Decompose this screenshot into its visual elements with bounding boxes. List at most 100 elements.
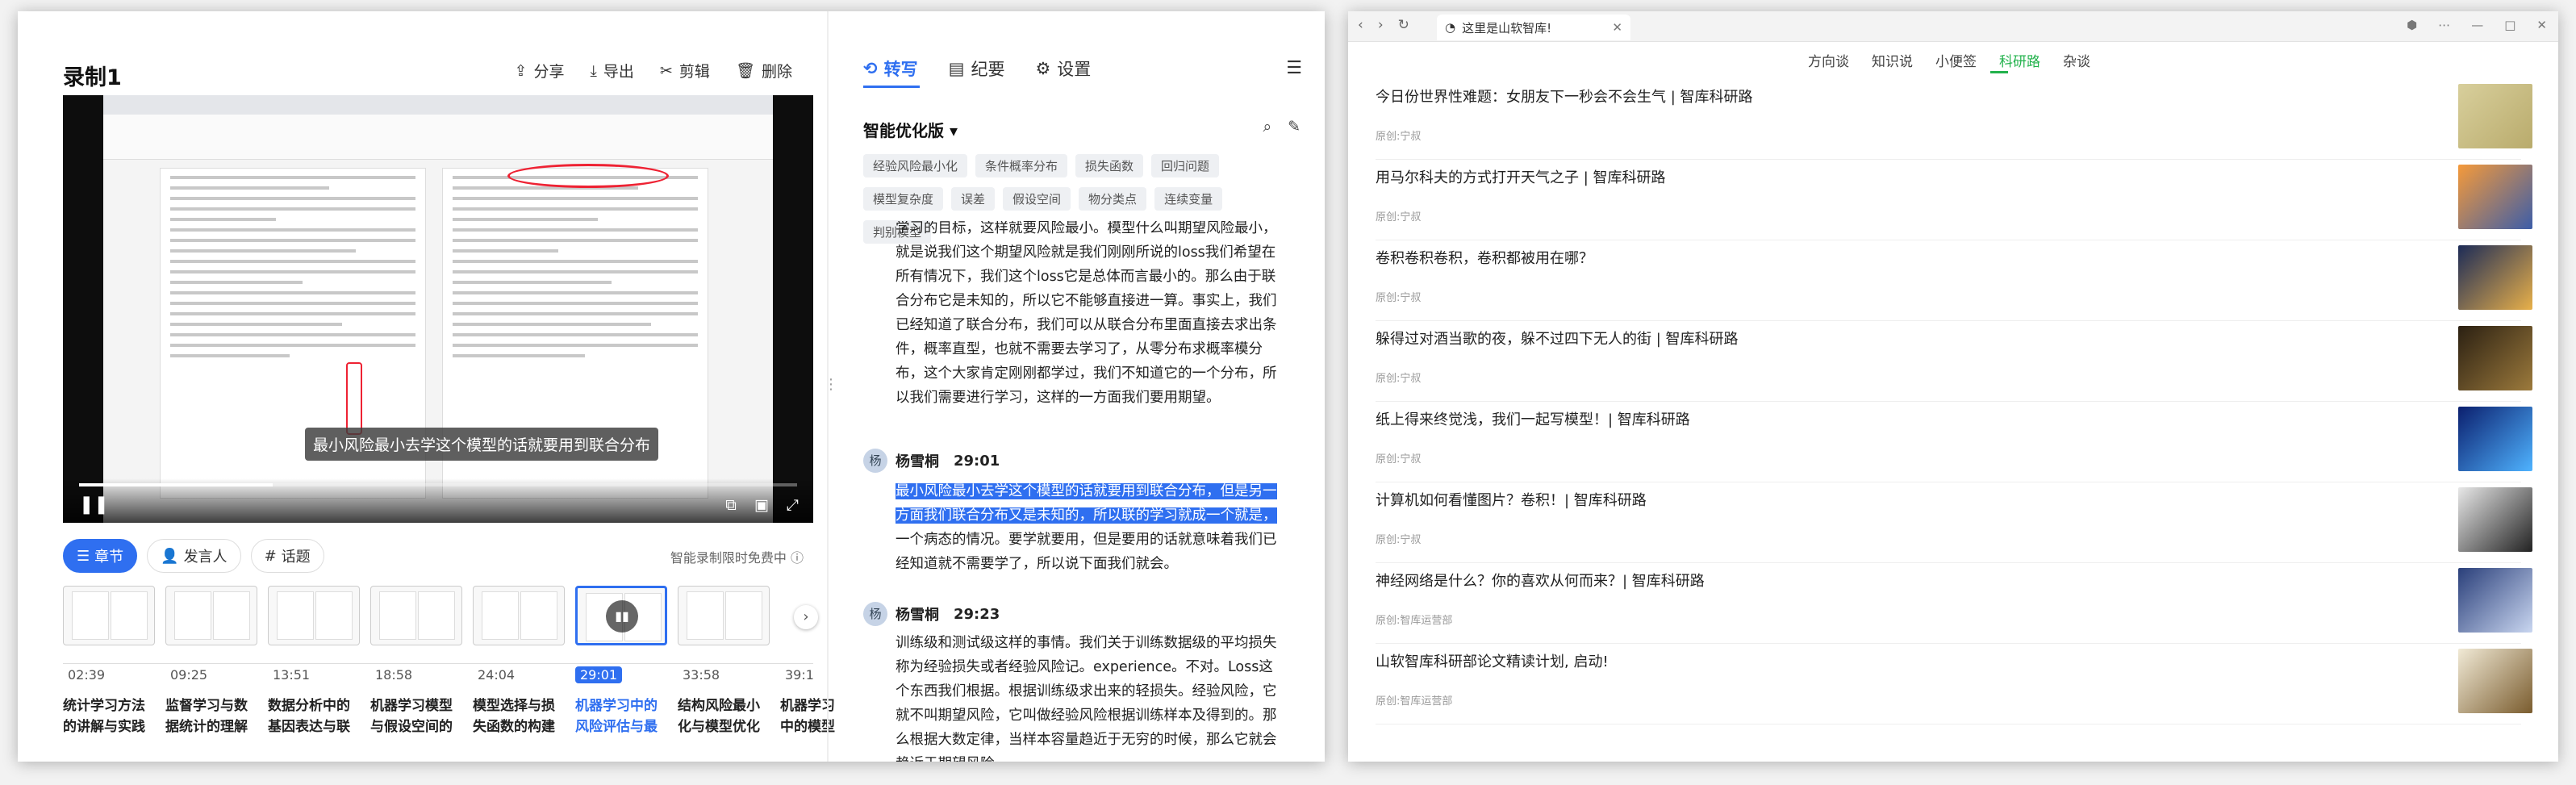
transcript-paragraph[interactable]: 学习的目标，这样就要风险最小。模型什么叫期望风险最小，就是说我们这个期望风险就是… [896,221,1283,410]
recorder-window: 录制1 ⇪ 分享 ⤓ 导出 ✂ 剪辑 🗑 删除 最小风险最小去学这个模型的话就要用到联合分布 [18,11,1325,762]
pause-icon[interactable]: ❚❚ [79,495,109,515]
chapter-time: 39:1 [785,667,814,683]
next-chapter-icon[interactable]: › [794,605,818,629]
chapter-thumbnail[interactable] [678,586,770,645]
tab-gear[interactable]: ⚙ 设置 [1035,56,1091,81]
article-row[interactable]: 计算机如何看懂图片？卷积！| 智库科研路 原创:宁叔 [1376,482,2532,563]
active-category-indicator [1990,71,2008,73]
chapter-time: 13:51 [273,667,311,683]
category-tab[interactable]: 方向谈 [1808,50,1849,70]
chapter-thumbnail[interactable] [165,586,257,645]
tab-document[interactable]: ▤ 纪要 [949,56,1005,81]
back-icon[interactable]: ‹ [1358,17,1363,33]
extensions-icon[interactable]: ⬢ [2407,18,2417,32]
resize-handle-icon[interactable]: ⋮ [824,376,838,400]
forward-icon[interactable]: › [1378,17,1384,33]
chapter-thumbnail[interactable] [473,586,565,645]
chapter-time: 33:58 [683,667,720,683]
keyword-chip[interactable]: 假设空间 [1003,187,1071,211]
timeline-divider [63,663,813,664]
close-window-icon[interactable]: ✕ [2536,18,2547,32]
pip-icon[interactable]: ▣ [754,496,769,514]
chapter-thumbnail[interactable] [370,586,462,645]
article-row[interactable]: 躲得过对酒当歌的夜，躲不过四下无人的街 | 智库科研路 原创:宁叔 [1376,321,2532,402]
outline-menu-icon[interactable]: ☰ [1286,58,1302,78]
keyword-chip[interactable]: 连续变量 [1154,187,1223,211]
article-author: 原创:宁叔 [1376,292,1422,304]
reload-icon[interactable]: ↻ [1398,17,1409,33]
keyword-chip[interactable]: 经验风险最小化 [863,154,968,177]
keyword-chip[interactable]: 物分类点 [1079,187,1147,211]
article-author: 原创:宁叔 [1376,534,1422,546]
recording-panel: 录制1 ⇪ 分享 ⤓ 导出 ✂ 剪辑 🗑 删除 最小风险最小去学这个模型的话就要用到联合分布 [18,11,835,762]
article-thumbnail [2458,245,2532,310]
export-button[interactable]: ⤓ 导出 [591,60,634,81]
article-row[interactable]: 今日份世界性难题：女朋友下一秒会不会生气 | 智库科研路 原创:宁叔 [1376,79,2532,160]
keyword-chip[interactable]: 回归问题 [1151,154,1220,177]
speaker-name: 杨雪桐 [896,607,939,624]
keyword-chip[interactable]: 条件概率分布 [975,154,1068,177]
category-tab[interactable]: 小便签 [1935,50,1977,70]
share-button[interactable]: ⇪ 分享 [515,60,565,81]
caret-down-icon: ▾ [949,121,958,140]
chapter-thumbnail[interactable]: ▮▮ [575,586,667,645]
transcribe-icon: ⟲ [863,59,878,78]
article-row[interactable]: 神经网络是什么？你的喜欢从何而来？| 智库科研路 原创:智库运营部 [1376,563,2532,644]
tab-list[interactable]: ☰ 章节 [63,539,138,573]
scissors-button[interactable]: ✂ 剪辑 [660,60,710,81]
chapter-time: 18:58 [375,667,413,683]
avatar: 杨 [863,602,887,626]
article-title: 纸上得来终觉浅，我们一起写模型！| 智库科研路 [1376,411,1690,428]
chapter-thumbnail[interactable] [63,586,155,645]
tab-hash[interactable]: # 话题 [250,539,324,573]
list-icon: ☰ [77,547,90,565]
recording-title: 录制1 [63,65,122,90]
fullscreen-icon[interactable]: ⤢ [787,496,799,514]
chapter-title: 统计学习方法的讲解与实践 [63,698,145,735]
page-favicon-icon: ◔ [1445,20,1456,35]
search-icon[interactable]: ⌕ [1263,118,1271,136]
chapter-title: 结构风险最小化与模型优化策略 [678,698,760,735]
browser-tab[interactable]: ◔ 这里是山软智库! ✕ [1437,15,1630,40]
close-tab-icon[interactable]: ✕ [1612,20,1622,35]
keyword-chip[interactable]: 模型复杂度 [863,187,944,211]
tab-transcribe[interactable]: ⟲ 转写 [863,56,918,81]
article-title: 今日份世界性难题：女朋友下一秒会不会生气 | 智库科研路 [1376,89,1753,106]
article-row[interactable]: 纸上得来终觉浅，我们一起写模型！| 智库科研路 原创:宁叔 [1376,402,2532,482]
category-tab[interactable]: 杂谈 [2063,50,2090,70]
article-row[interactable]: 用马尔科夫的方式打开天气之子 | 智库科研路 原创:宁叔 [1376,160,2532,240]
edit-icon[interactable]: ✎ [1288,118,1301,136]
more-icon[interactable]: ⋯ [2438,18,2450,32]
speaker-row: 杨杨雪桐 29:01 [863,449,1000,473]
category-tab[interactable]: 知识说 [1872,50,1913,70]
article-row[interactable]: 卷积卷积卷积，卷积都被用在哪？ 原创:宁叔 [1376,240,2532,321]
subtitle-toggle-icon[interactable]: ⧉ [725,496,737,514]
keyword-chip[interactable]: 误差 [951,187,996,211]
video-progress-bar[interactable] [79,483,797,486]
trash-button[interactable]: 🗑 删除 [736,60,792,81]
export-label: 导出 [603,63,634,81]
thumbnail-page [379,591,416,640]
article-thumbnail [2458,84,2532,148]
article-title: 躲得过对酒当歌的夜，躲不过四下无人的街 | 智库科研路 [1376,331,1739,348]
article-thumbnail [2458,568,2532,633]
transcript-paragraph[interactable]: 最小风险最小去学这个模型的话就要用到联合分布，但是另一方面我们联合分布又是未知的… [896,479,1283,576]
keyword-chip[interactable]: 损失函数 [1075,154,1144,177]
video-player[interactable]: 最小风险最小去学这个模型的话就要用到联合分布 ❚❚ ⧉ ▣ ⤢ [63,95,813,523]
article-title: 神经网络是什么？你的喜欢从何而来？| 智库科研路 [1376,573,1705,590]
thumbnail-page [725,591,762,640]
article-thumbnail [2458,487,2532,552]
summary-heading[interactable]: 智能优化版 ▾ [863,118,958,141]
chapter-thumbnail[interactable] [268,586,360,645]
maximize-icon[interactable]: □ [2504,18,2515,32]
article-row[interactable]: 山软智库科研部论文精读计划, 启动! 原创:智库运营部 [1376,644,2532,724]
tab-label: 章节 [94,549,124,566]
minimize-icon[interactable]: — [2471,18,2483,32]
tab-person[interactable]: 👤 发言人 [147,539,241,573]
video-progress-fill [79,483,273,486]
video-controls: ❚❚ ⧉ ▣ ⤢ [63,478,813,523]
transcript-paragraph[interactable]: 训练级和测试级这样的事情。我们关于训练数据级的平均损失称为经验损失或者经验风险记… [896,631,1283,762]
play-icon[interactable]: ▮▮ [606,600,638,633]
category-tab[interactable]: 科研路 [1999,50,2040,70]
free-notice[interactable]: 智能录制限时免费中 ⓘ [670,547,804,566]
